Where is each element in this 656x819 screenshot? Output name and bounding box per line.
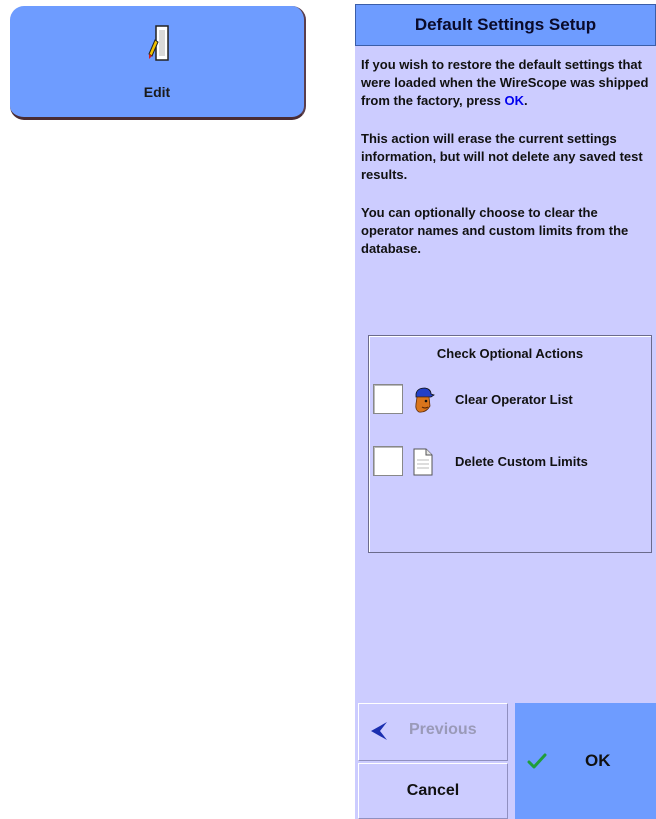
delete-custom-limits-label: Delete Custom Limits <box>455 454 588 469</box>
cancel-label: Cancel <box>406 782 460 799</box>
left-arrow-icon <box>371 722 387 740</box>
instructions-paragraph-3: You can optionally choose to clear the o… <box>361 205 629 256</box>
clear-operator-list-label: Clear Operator List <box>455 392 573 407</box>
instructions-paragraph-1: If you wish to restore the default setti… <box>361 56 651 110</box>
document-icon <box>413 448 433 476</box>
optional-actions-group: Check Optional Actions Clear Operator Li… <box>368 335 652 553</box>
optional-actions-title: Check Optional Actions <box>436 346 584 361</box>
edit-label: Edit <box>143 84 171 100</box>
instructions-paragraph-2: This action will erase the current setti… <box>361 131 643 182</box>
instructions: If you wish to restore the default setti… <box>361 56 651 278</box>
previous-label: Previous <box>409 721 477 738</box>
ok-label: OK <box>585 751 611 770</box>
clear-operator-list-option[interactable]: Clear Operator List <box>373 384 649 418</box>
ok-keyword: OK <box>504 93 525 108</box>
delete-custom-limits-checkbox[interactable] <box>373 446 403 476</box>
operator-person-icon <box>415 387 435 413</box>
edit-button[interactable]: Edit <box>10 6 306 120</box>
dialog-title: Default Settings Setup <box>355 4 656 46</box>
edit-document-icon <box>148 25 169 61</box>
cancel-button[interactable]: Cancel <box>358 763 508 819</box>
checkmark-icon <box>527 753 547 769</box>
paragraph-1-end: . <box>524 93 528 108</box>
ok-button[interactable]: OK <box>515 703 656 819</box>
previous-button[interactable]: Previous <box>358 703 508 761</box>
delete-custom-limits-option[interactable]: Delete Custom Limits <box>373 446 649 480</box>
clear-operator-list-checkbox[interactable] <box>373 384 403 414</box>
